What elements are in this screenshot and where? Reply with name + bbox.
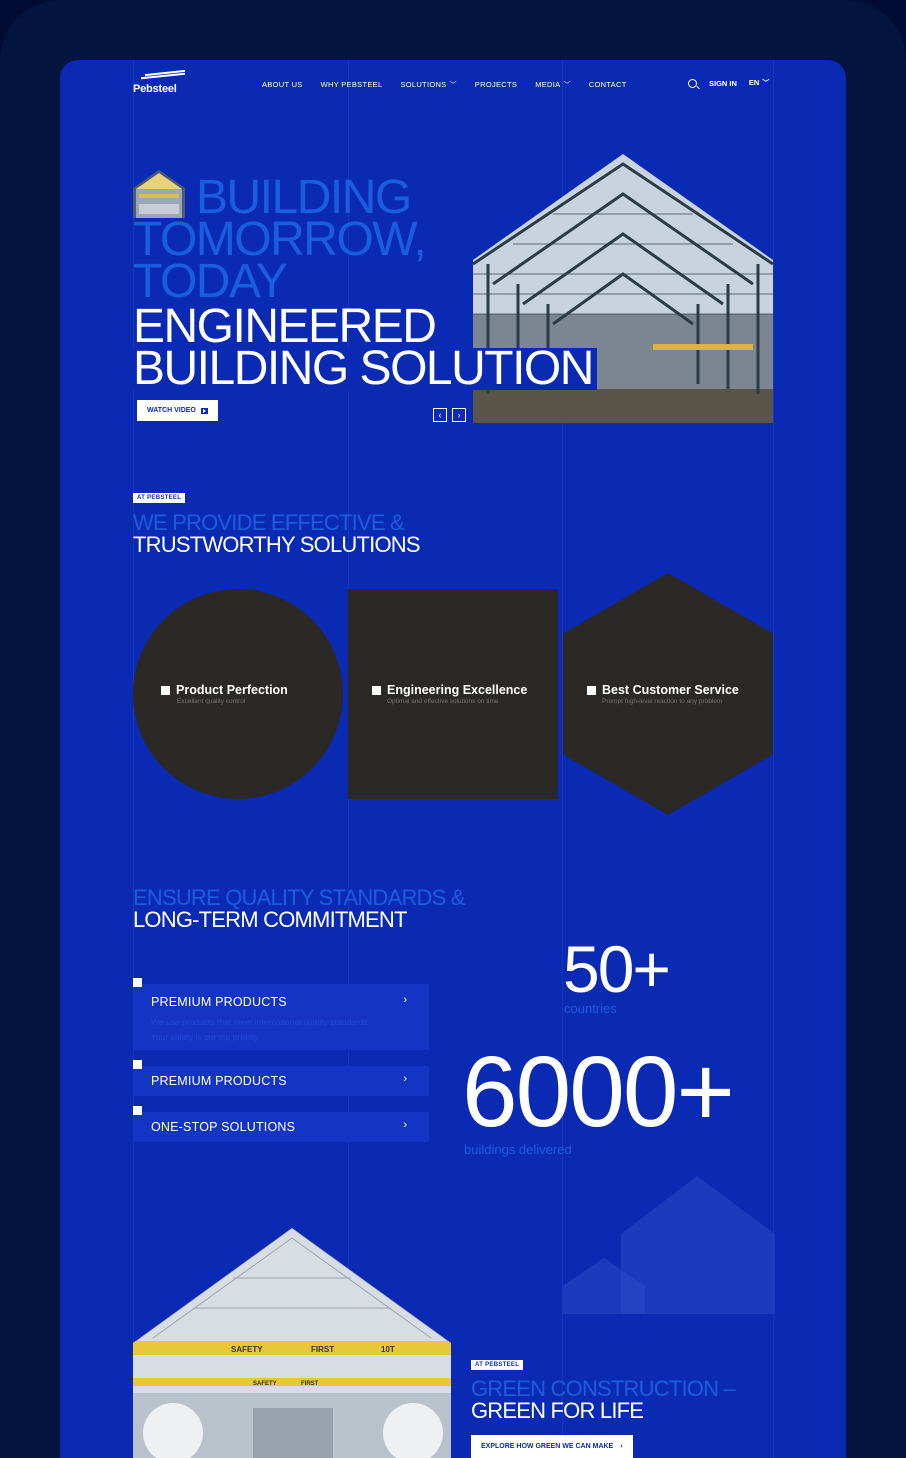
section-tag: AT PEBSTEEL <box>133 493 186 503</box>
crane-label-first: FIRST <box>311 1345 334 1354</box>
headline-line: BUILDING SOLUTION <box>133 345 597 393</box>
nav-label: MEDIA <box>535 80 561 89</box>
card-engineering-excellence[interactable]: Engineering Excellence Optimal and effec… <box>348 589 558 799</box>
card-title: Product Perfection <box>161 683 288 697</box>
page-screen: Pebsteel ABOUT US WHY PEBSTEEL SOLUTIONS… <box>60 60 846 1458</box>
device-frame: Pebsteel ABOUT US WHY PEBSTEEL SOLUTIONS… <box>0 0 906 1458</box>
card-subtitle: Excellent quality control <box>177 698 246 705</box>
crane-label-10t: 10T <box>381 1345 395 1354</box>
nav-why-pebsteel[interactable]: WHY PEBSTEEL <box>321 80 383 90</box>
accordion-label: PREMIUM PRODUCTS <box>151 995 287 1009</box>
nav-media[interactable]: MEDIA ﹀ <box>535 80 571 90</box>
crane-label-safety: SAFETY <box>231 1345 263 1354</box>
watch-video-button[interactable]: WATCH VIDEO <box>137 400 218 421</box>
nav-label: SOLUTIONS <box>400 80 447 89</box>
nav-label: CONTACT <box>588 80 627 89</box>
square-bullet-icon <box>133 978 142 987</box>
chevron-right-icon: › <box>403 1073 407 1085</box>
chevron-down-icon: ﹀ <box>762 80 770 87</box>
quality-heading-white: LONG-TERM COMMITMENT <box>133 907 407 932</box>
accordion-item[interactable]: PREMIUM PRODUCTS › <box>133 1060 429 1096</box>
nav-label: ABOUT US <box>262 80 303 89</box>
nav-about-us[interactable]: ABOUT US <box>262 80 303 90</box>
card-title-text: Engineering Excellence <box>387 683 528 697</box>
explore-green-button[interactable]: EXPLORE HOW GREEN WE CAN MAKE › <box>471 1435 633 1458</box>
card-subtitle: Optimal and effective solutions on time <box>387 698 499 705</box>
section-tag: AT PEBSTEEL <box>471 1360 524 1370</box>
solutions-heading-white: TRUSTWORTHY SOLUTIONS <box>133 532 421 557</box>
accordion-label: PREMIUM PRODUCTS <box>151 1074 287 1088</box>
chevron-right-icon: › <box>620 1443 623 1450</box>
square-bullet-icon <box>161 685 170 695</box>
nav-contact[interactable]: CONTACT <box>589 80 627 90</box>
factory-interior-image: SAFETY FIRST 10T SAFETY FIRST <box>133 1228 451 1458</box>
accordion-label: ONE-STOP SOLUTIONS <box>151 1120 296 1134</box>
chevron-right-icon: › <box>457 410 461 420</box>
chevron-right-icon: › <box>403 1119 407 1131</box>
accordion-item[interactable]: ONE-STOP SOLUTIONS › <box>133 1106 429 1142</box>
logo-stripes-icon <box>137 69 185 80</box>
chevron-down-icon: ﹀ <box>563 82 571 89</box>
chevron-right-icon: › <box>403 994 407 1006</box>
nav-label: WHY PEBSTEEL <box>320 80 383 89</box>
card-title-text: Best Customer Service <box>602 683 739 697</box>
card-best-customer-service[interactable]: Best Customer Service Prompt high-level … <box>563 573 773 815</box>
stat-buildings-label: buildings delivered <box>464 1142 572 1157</box>
slider-next-button[interactable]: › <box>452 408 466 422</box>
crane-label-safety: SAFETY <box>253 1381 277 1387</box>
green-heading-white: GREEN FOR LIFE <box>471 1398 644 1423</box>
crane-label-first: FIRST <box>301 1381 319 1387</box>
square-bullet-icon <box>133 1060 142 1069</box>
hero-headline-white: ENGINEERED BUILDING SOLUTION <box>133 303 597 393</box>
square-bullet-icon <box>133 1106 142 1115</box>
nav-label: PROJECTS <box>474 80 518 89</box>
nav-projects[interactable]: PROJECTS <box>475 80 517 90</box>
sign-in-link[interactable]: SIGN IN <box>709 79 737 88</box>
chevron-down-icon: ﹀ <box>449 82 457 89</box>
stat-buildings-value: 6000+ <box>462 1036 735 1148</box>
house-decoration-icon <box>563 1176 775 1314</box>
card-product-perfection[interactable]: Product Perfection Excellent quality con… <box>133 589 343 799</box>
language-selector[interactable]: EN ﹀ <box>749 78 769 88</box>
language-label: EN <box>748 78 760 87</box>
search-icon[interactable] <box>688 78 697 88</box>
card-title: Engineering Excellence <box>372 683 527 697</box>
logo-text: Pebsteel <box>133 83 177 95</box>
nav-solutions[interactable]: SOLUTIONS ﹀ <box>400 80 456 90</box>
accordion-item-expanded[interactable]: PREMIUM PRODUCTS › We use products that … <box>133 978 429 1050</box>
stat-countries-value: 50+ <box>563 932 671 1006</box>
card-title-text: Product Perfection <box>176 683 288 697</box>
main-menu: ABOUT US WHY PEBSTEEL SOLUTIONS ﹀ PROJECT… <box>262 80 627 90</box>
hero-headline-blue: BUILDING TOMORROW, TODAY <box>133 174 493 308</box>
play-icon <box>200 407 208 414</box>
watch-video-label: WATCH VIDEO <box>147 407 196 414</box>
square-bullet-icon <box>372 685 381 695</box>
nav-utilities: SIGN IN EN ﹀ <box>688 78 769 88</box>
chevron-left-icon: ‹ <box>438 410 442 420</box>
square-bullet-icon <box>587 685 596 695</box>
cta-label: EXPLORE HOW GREEN WE CAN MAKE <box>481 1443 614 1450</box>
stat-countries-label: countries <box>564 1001 617 1016</box>
card-title: Best Customer Service <box>587 683 739 697</box>
accordion-description: We use products that meet international … <box>151 1017 371 1042</box>
card-subtitle: Prompt high-level reaction to any proble… <box>602 698 723 705</box>
top-navigation: Pebsteel ABOUT US WHY PEBSTEEL SOLUTIONS… <box>60 60 846 110</box>
slider-prev-button[interactable]: ‹ <box>433 408 447 422</box>
headline-line: TODAY <box>133 255 288 308</box>
